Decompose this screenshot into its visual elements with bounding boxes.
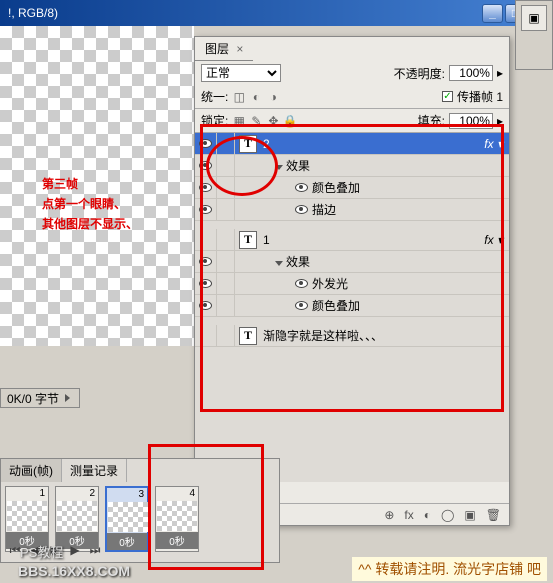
layer-item[interactable]: T 渐隐字就是这样啦、、、 bbox=[195, 325, 509, 347]
status-text: 0K/0 字节 bbox=[7, 390, 59, 407]
layer-name: 1 bbox=[261, 233, 478, 247]
trash-icon[interactable]: 🗑 bbox=[486, 508, 501, 522]
visibility-eye-icon[interactable] bbox=[199, 183, 212, 192]
tool-icon[interactable]: ▣ bbox=[521, 5, 547, 31]
status-menu-icon[interactable] bbox=[65, 394, 70, 402]
unify-row: 统一: ◫ ◐ ◑ ✓ 传播帧 1 bbox=[195, 85, 509, 108]
add-mask-icon[interactable]: ◐ bbox=[424, 508, 431, 522]
effect-item[interactable]: 外发光 bbox=[195, 273, 509, 295]
propagate-label: 传播帧 1 bbox=[457, 88, 503, 105]
layer-name: 渐隐字就是这样啦、、、 bbox=[261, 327, 509, 344]
propagate-checkbox[interactable]: ✓ bbox=[442, 91, 453, 102]
fx-indicator[interactable]: fx ▾ bbox=[478, 233, 509, 247]
lock-all-icon[interactable]: 🔒 bbox=[283, 114, 297, 128]
status-bar: 0K/0 字节 bbox=[0, 388, 80, 408]
next-frame-icon[interactable]: ▶ bbox=[67, 543, 83, 558]
link-layers-icon[interactable]: ⊕ bbox=[384, 508, 394, 522]
lock-position-icon[interactable]: ✥ bbox=[266, 114, 280, 128]
opacity-input[interactable] bbox=[449, 65, 493, 81]
lock-icons: ▦ ✎ ✥ 🔒 bbox=[232, 114, 297, 128]
effect-item[interactable]: 颜色叠加 bbox=[195, 177, 509, 199]
frame-thumbnail bbox=[108, 502, 148, 532]
fill-label: 填充: bbox=[418, 112, 445, 129]
fx-indicator[interactable]: fx ▾ bbox=[478, 137, 509, 151]
animation-tabs: 动画(帧) 测量记录 bbox=[1, 459, 279, 482]
blend-mode-select[interactable]: 正常 bbox=[201, 64, 281, 82]
visibility-eye-icon[interactable] bbox=[199, 257, 212, 266]
watermark: PS教程 bbox=[20, 542, 63, 561]
visibility-eye-icon[interactable] bbox=[199, 205, 212, 214]
window-title: !, RGB/8) bbox=[4, 6, 482, 20]
right-dock: ▣ bbox=[515, 0, 553, 70]
add-fx-icon[interactable]: fx bbox=[404, 508, 413, 522]
unify-label: 统一: bbox=[201, 88, 228, 105]
visibility-eye-icon[interactable] bbox=[199, 161, 212, 170]
layer-item[interactable]: T 1 fx ▾ bbox=[195, 229, 509, 251]
layer-list: T 2 fx ▾ 效果 颜色叠加 描边 T 1 fx ▾ bbox=[195, 132, 509, 482]
lock-label: 锁定: bbox=[201, 112, 228, 129]
chevron-right-icon[interactable]: ▸ bbox=[497, 66, 503, 80]
unify-icons: ◫ ◐ ◑ bbox=[232, 90, 280, 104]
visibility-eye-icon[interactable] bbox=[199, 301, 212, 310]
unify-visibility-icon[interactable]: ◐ bbox=[249, 90, 263, 104]
lock-row: 锁定: ▦ ✎ ✥ 🔒 填充: ▸ bbox=[195, 108, 509, 132]
tab-measurement[interactable]: 测量记录 bbox=[62, 459, 127, 482]
layers-panel: 图层 × 正常 不透明度: ▸ 统一: ◫ ◐ ◑ ✓ 传播帧 1 锁定: ▦ … bbox=[194, 36, 510, 526]
effects-row[interactable]: 效果 bbox=[195, 251, 509, 273]
minimize-button[interactable]: _ bbox=[482, 4, 503, 23]
frame-thumbnail bbox=[57, 501, 97, 531]
frame-thumbnail bbox=[7, 501, 47, 531]
visibility-eye-icon[interactable] bbox=[199, 279, 212, 288]
unify-style-icon[interactable]: ◑ bbox=[266, 90, 280, 104]
text-layer-icon: T bbox=[239, 135, 257, 153]
text-layer-icon: T bbox=[239, 231, 257, 249]
frame-item[interactable]: 4 0秒 bbox=[155, 486, 199, 552]
effect-item[interactable]: 颜色叠加 bbox=[195, 295, 509, 317]
layer-name: 2 bbox=[261, 137, 478, 151]
blend-row: 正常 不透明度: ▸ bbox=[195, 61, 509, 85]
effect-item[interactable]: 描边 bbox=[195, 199, 509, 221]
frame-item[interactable]: 3 0秒 bbox=[105, 486, 149, 552]
effects-row[interactable]: 效果 bbox=[195, 155, 509, 177]
layers-tab[interactable]: 图层 × bbox=[195, 37, 253, 61]
last-frame-icon[interactable]: ⏭ bbox=[87, 543, 103, 558]
lock-pixels-icon[interactable]: ✎ bbox=[249, 114, 263, 128]
watermark: BBS.16XX8.COM bbox=[18, 563, 130, 579]
watermark: ^^ 转载请注明. 流光字店铺 吧 bbox=[352, 557, 547, 581]
adjustment-icon[interactable]: ◯ bbox=[441, 508, 454, 522]
unify-position-icon[interactable]: ◫ bbox=[232, 90, 246, 104]
opacity-label: 不透明度: bbox=[394, 65, 445, 82]
chevron-right-icon[interactable]: ▸ bbox=[497, 114, 503, 128]
tab-animation[interactable]: 动画(帧) bbox=[1, 459, 62, 482]
visibility-eye-icon[interactable] bbox=[199, 139, 212, 148]
window-titlebar: !, RGB/8) _ □ × bbox=[0, 0, 553, 26]
new-layer-icon[interactable]: ▣ bbox=[464, 508, 475, 522]
layer-item[interactable]: T 2 fx ▾ bbox=[195, 133, 509, 155]
close-tab-icon[interactable]: × bbox=[236, 42, 243, 56]
lock-transparent-icon[interactable]: ▦ bbox=[232, 114, 246, 128]
frame-thumbnail bbox=[157, 501, 197, 531]
text-layer-icon: T bbox=[239, 327, 257, 345]
fill-input[interactable] bbox=[449, 113, 493, 129]
annotation-text: 第三帧 点第一个眼睛、 其他图层不显示、 bbox=[42, 174, 138, 234]
